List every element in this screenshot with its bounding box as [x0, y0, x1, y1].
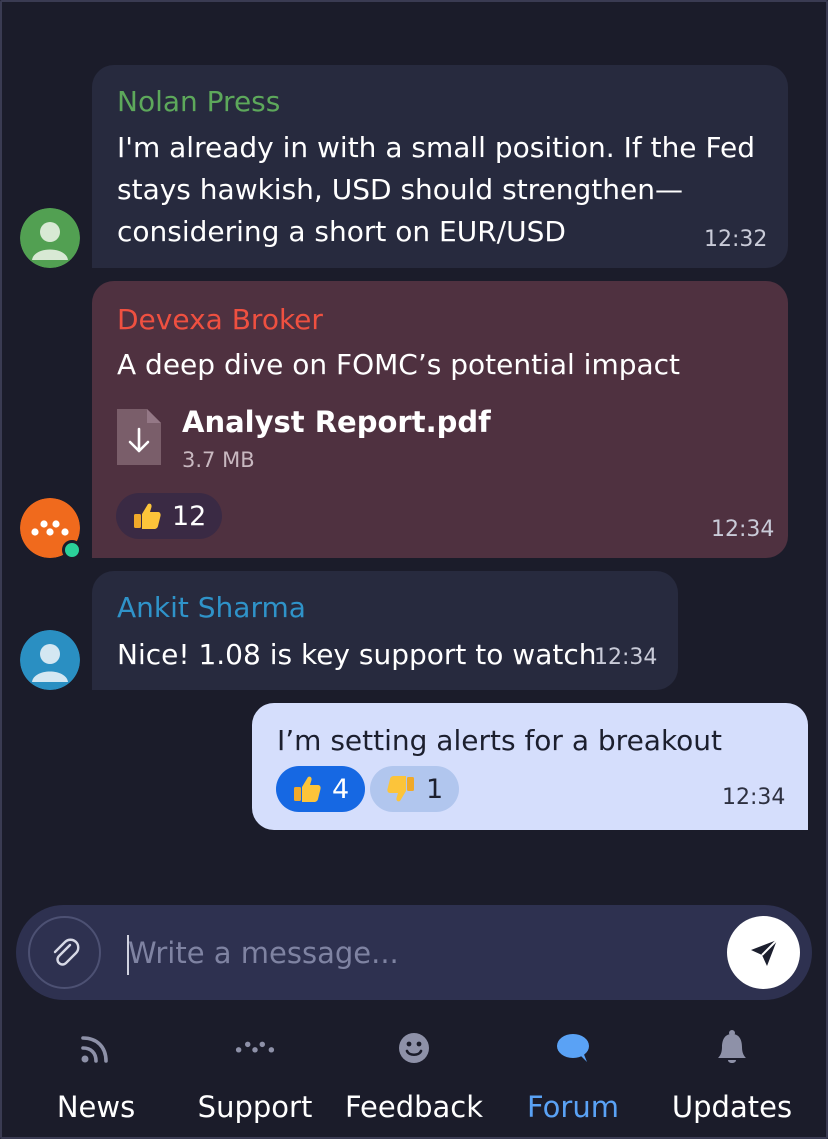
smiley-icon: [394, 1028, 434, 1068]
thumbs-up-icon: [294, 776, 321, 802]
tab-feedback[interactable]: Feedback: [334, 1010, 494, 1130]
user-avatar-icon: [20, 630, 80, 690]
message-text: I'm already in with a small position. If…: [117, 127, 755, 253]
dots-icon: [235, 1028, 275, 1068]
tab-forum[interactable]: Forum: [493, 1010, 653, 1130]
sender-name: Devexa Broker: [117, 303, 323, 336]
tab-support[interactable]: Support: [175, 1010, 335, 1130]
tab-label: Feedback: [344, 1090, 484, 1124]
message-time: 12:34: [594, 645, 658, 670]
avatar-nolan-press[interactable]: [20, 208, 80, 268]
reaction-count: 12: [172, 500, 207, 532]
file-download-icon[interactable]: [117, 409, 161, 465]
sender-name: Ankit Sharma: [117, 591, 306, 624]
sender-name: Nolan Press: [117, 85, 281, 118]
message-text: A deep dive on FOMC’s potential impact: [117, 348, 681, 381]
online-status-dot: [62, 540, 82, 560]
tab-label: Support: [197, 1090, 313, 1124]
file-name[interactable]: Analyst Report.pdf: [182, 405, 491, 439]
message-line: considering a short on EUR/USD: [117, 215, 566, 248]
message-time: 12:32: [704, 227, 768, 252]
paperclip-icon: [53, 938, 79, 966]
bell-icon: [712, 1028, 752, 1068]
message-input[interactable]: [128, 925, 728, 981]
message-bubble[interactable]: Devexa Broker A deep dive on FOMC’s pote…: [92, 281, 788, 558]
rss-icon: [76, 1028, 116, 1068]
avatar-ankit-sharma[interactable]: [20, 630, 80, 690]
message-text: I’m setting alerts for a breakout: [277, 724, 723, 757]
bottom-tab-bar: News Support Feedback Forum Updates: [0, 1010, 828, 1130]
reaction-thumbs-up[interactable]: 12: [116, 493, 223, 539]
chat-bubble-icon: [553, 1028, 593, 1068]
message-bubble-outgoing[interactable]: I’m setting alerts for a breakout 4 1 12…: [252, 703, 808, 830]
thumbs-up-icon: [134, 503, 161, 529]
tab-label: Updates: [671, 1090, 793, 1124]
message-line: stays hawkish, USD should strengthen—: [117, 173, 684, 206]
message-line: I'm already in with a small position. If…: [117, 131, 756, 164]
tab-news[interactable]: News: [16, 1010, 176, 1130]
message-time: 12:34: [711, 517, 775, 542]
send-button[interactable]: [727, 916, 800, 989]
file-size: 3.7 MB: [182, 448, 255, 472]
tab-updates[interactable]: Updates: [652, 1010, 812, 1130]
reaction-count: 1: [426, 773, 444, 805]
tab-label: News: [56, 1090, 136, 1124]
reaction-thumbs-down[interactable]: 1: [370, 766, 460, 812]
message-time: 12:34: [722, 785, 786, 810]
message-bubble[interactable]: Ankit Sharma Nice! 1.08 is key support t…: [92, 571, 678, 690]
tab-label: Forum: [527, 1090, 619, 1124]
thumbs-down-icon: [387, 776, 414, 802]
message-composer: [16, 905, 812, 1000]
user-avatar-icon: [20, 208, 80, 268]
message-bubble[interactable]: Nolan Press I'm already in with a small …: [92, 65, 788, 268]
attach-button[interactable]: [28, 916, 101, 989]
send-arrow-icon: [750, 938, 778, 966]
reaction-count: 4: [332, 773, 350, 805]
message-text: Nice! 1.08 is key support to watch: [117, 638, 597, 671]
reaction-thumbs-up-selected[interactable]: 4: [276, 766, 366, 812]
